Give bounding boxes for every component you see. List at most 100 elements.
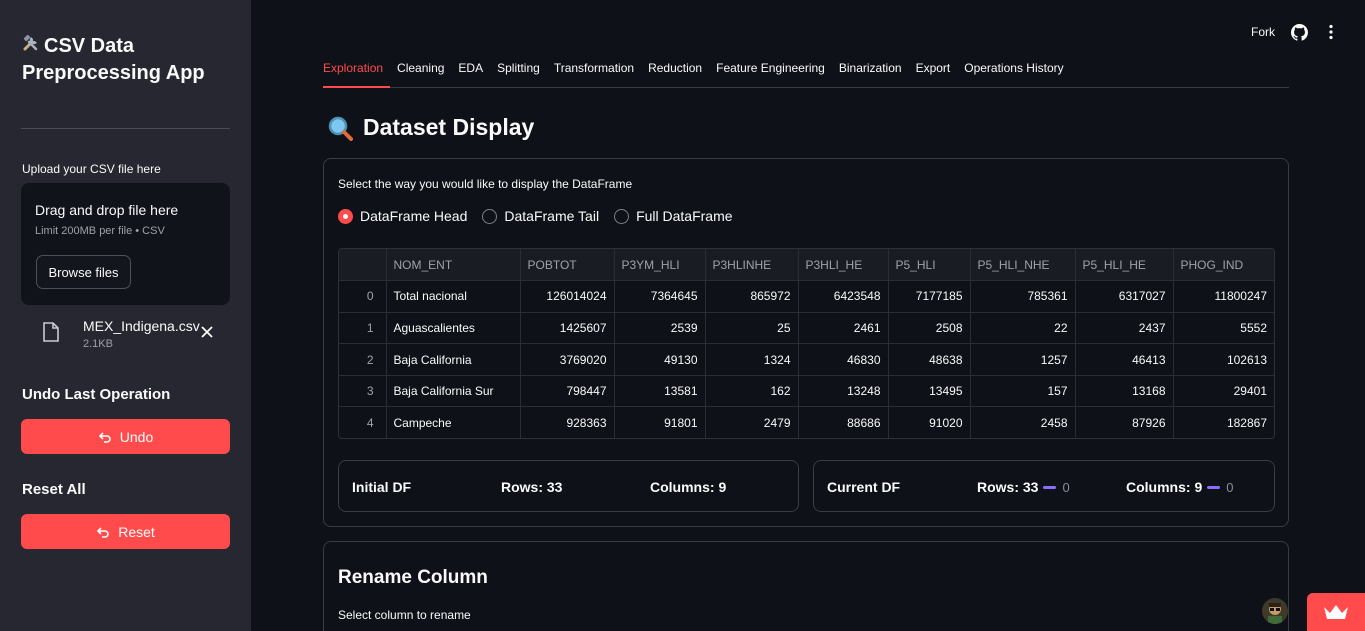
table-cell[interactable]: 2 [339, 343, 387, 376]
table-cell[interactable]: 162 [705, 375, 799, 408]
table-cell[interactable]: 798447 [520, 375, 615, 408]
table-cell[interactable]: 1324 [705, 343, 799, 376]
streamlit-badge-button[interactable] [1307, 593, 1365, 631]
tab-bar: Exploration Cleaning EDA Splitting Trans… [323, 60, 1289, 88]
crown-icon [1324, 605, 1348, 619]
close-icon[interactable] [199, 324, 215, 340]
table-cell[interactable]: 49130 [614, 343, 706, 376]
column-header[interactable]: NOM_ENT [386, 249, 521, 282]
table-cell[interactable]: 785361 [970, 280, 1076, 313]
table-cell[interactable]: 13581 [614, 375, 706, 408]
column-header[interactable]: P5_HLI [888, 249, 971, 282]
reset-button[interactable]: Reset [21, 514, 230, 549]
more-menu-icon[interactable] [1328, 24, 1334, 40]
radio-dataframe-head[interactable]: DataFrame Head [338, 208, 467, 224]
column-header[interactable]: P5_HLI_NHE [970, 249, 1076, 282]
upload-label: Upload your CSV file here [22, 162, 161, 176]
tab-splitting[interactable]: Splitting [490, 60, 547, 88]
column-header[interactable] [339, 249, 387, 282]
fork-link[interactable]: Fork [1251, 25, 1275, 39]
table-cell[interactable]: Baja California Sur [386, 375, 521, 408]
table-cell[interactable]: 2437 [1075, 312, 1174, 345]
table-cell[interactable]: 3 [339, 375, 387, 408]
table-cell[interactable]: 157 [970, 375, 1076, 408]
table-cell[interactable]: 182867 [1173, 407, 1274, 438]
table-cell[interactable]: 865972 [705, 280, 799, 313]
table-cell[interactable]: 91020 [888, 406, 971, 438]
rows-value: Rows: 33 [501, 479, 563, 495]
file-icon [43, 322, 59, 342]
column-header[interactable]: POBTOT [520, 249, 615, 282]
table-cell[interactable]: Campeche [386, 406, 521, 438]
table-cell[interactable]: 46830 [798, 343, 889, 376]
table-cell[interactable]: 0 [339, 280, 387, 313]
column-header[interactable]: PHOG_IND [1173, 249, 1274, 282]
metric-columns: Columns: 9 [650, 479, 726, 495]
table-cell[interactable]: 6317027 [1075, 280, 1174, 313]
column-header[interactable]: P3HLINHE [705, 249, 799, 282]
table-cell[interactable]: 13495 [888, 375, 971, 408]
table-cell[interactable]: 22 [970, 312, 1076, 345]
dataframe-table[interactable]: NOM_ENT POBTOT P3YM_HLI P3HLINHE P3HLI_H… [338, 248, 1275, 439]
table-cell[interactable]: 102613 [1173, 343, 1274, 376]
initial-df-metric: Initial DF Rows: 33 Columns: 9 [338, 460, 799, 512]
table-cell[interactable]: 928363 [520, 406, 615, 438]
table-cell[interactable]: 6423548 [798, 280, 889, 313]
browse-files-button[interactable]: Browse files [36, 255, 131, 289]
undo-button[interactable]: Undo [21, 419, 230, 454]
table-cell[interactable]: 4 [339, 406, 387, 438]
tab-binarization[interactable]: Binarization [832, 60, 909, 88]
table-cell[interactable]: 2461 [798, 312, 889, 345]
table-cell[interactable]: 25 [705, 312, 799, 345]
table-cell[interactable]: Total nacional [386, 280, 521, 313]
table-cell[interactable]: 2479 [705, 406, 799, 438]
rename-title: Rename Column [338, 567, 488, 588]
radio-dataframe-tail[interactable]: DataFrame Tail [482, 208, 599, 224]
column-header[interactable]: P5_HLI_HE [1075, 249, 1174, 282]
table-cell[interactable]: 11800247 [1173, 280, 1274, 313]
table-cell[interactable]: 46413 [1075, 343, 1174, 376]
tab-feature-engineering[interactable]: Feature Engineering [709, 60, 832, 88]
file-size: 2.1KB [83, 338, 113, 350]
table-cell[interactable]: Baja California [386, 343, 521, 376]
table-cell[interactable]: 7364645 [614, 280, 706, 313]
table-cell[interactable]: Aguascalientes [386, 312, 521, 345]
radio-full-dataframe[interactable]: Full DataFrame [614, 208, 733, 224]
sidebar: CSV Data Preprocessing App Upload your C… [0, 0, 251, 631]
tab-transformation[interactable]: Transformation [547, 60, 641, 88]
table-cell[interactable]: 48638 [888, 343, 971, 376]
table-cell[interactable]: 13248 [798, 375, 889, 408]
column-header[interactable]: P3YM_HLI [614, 249, 706, 282]
table-cell[interactable]: 5552 [1173, 312, 1274, 345]
tab-exploration[interactable]: Exploration [323, 60, 391, 88]
column-header[interactable]: P3HLI_HE [798, 249, 889, 282]
columns-value: Columns: 9 [1126, 479, 1203, 495]
table-cell[interactable]: 1 [339, 312, 387, 345]
table-cell[interactable]: 91801 [614, 406, 706, 438]
tab-operations-history[interactable]: Operations History [957, 60, 1070, 88]
radio-label: DataFrame Tail [504, 208, 600, 224]
uploaded-file: MEX_Indigena.csv 2.1KB [21, 312, 230, 356]
table-cell[interactable]: 2458 [970, 406, 1076, 438]
table-cell[interactable]: 7177185 [888, 280, 971, 313]
table-cell[interactable]: 87926 [1075, 406, 1174, 438]
table-cell[interactable]: 29401 [1173, 375, 1274, 408]
file-dropzone[interactable]: Drag and drop file here Limit 200MB per … [21, 183, 230, 305]
table-cell[interactable]: 1257 [970, 343, 1076, 376]
table-cell[interactable]: 88686 [798, 406, 889, 438]
table-cell[interactable]: 126014024 [520, 280, 615, 313]
file-name: MEX_Indigena.csv [83, 318, 200, 334]
table-cell[interactable]: 1425607 [520, 312, 615, 345]
tab-export[interactable]: Export [909, 60, 958, 88]
tab-eda[interactable]: EDA [451, 60, 490, 88]
dataset-display-card: Select the way you would like to display… [323, 158, 1289, 527]
table-cell[interactable]: 3769020 [520, 343, 615, 376]
reset-label: Reset [118, 523, 155, 540]
github-icon[interactable] [1291, 24, 1308, 41]
tab-cleaning[interactable]: Cleaning [390, 60, 451, 88]
table-cell[interactable]: 2508 [888, 312, 971, 345]
table-cell[interactable]: 2539 [614, 312, 706, 345]
table-cell[interactable]: 13168 [1075, 375, 1174, 408]
tab-reduction[interactable]: Reduction [641, 60, 709, 88]
avatar[interactable] [1262, 598, 1288, 624]
